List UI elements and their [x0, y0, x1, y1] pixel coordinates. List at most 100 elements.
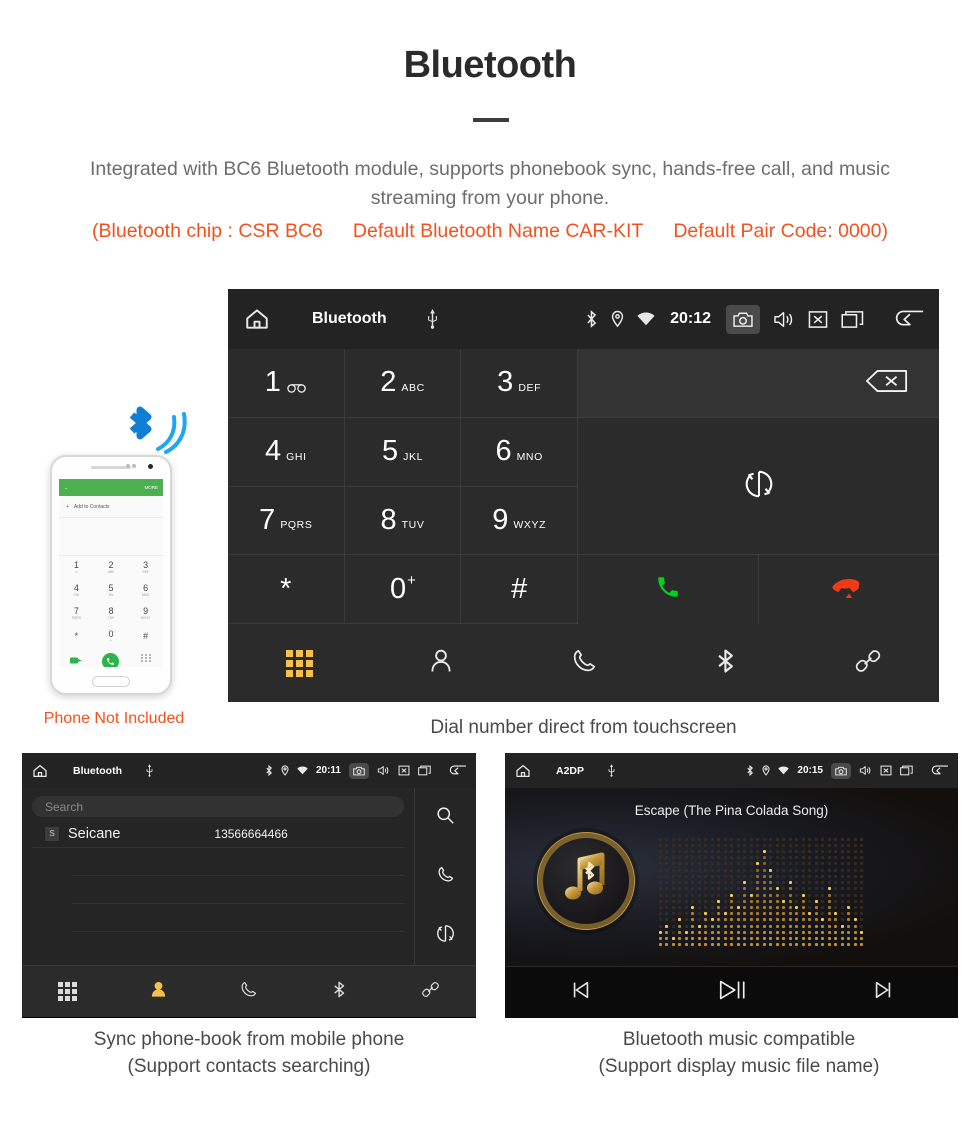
phone-not-included-label: Phone Not Included: [43, 710, 185, 727]
equalizer-dot-cell: [859, 942, 866, 948]
spec-bt-name: Default Bluetooth Name CAR-KIT: [352, 220, 644, 242]
backspace-icon[interactable]: [865, 369, 909, 398]
phone-handset-icon[interactable]: [436, 865, 455, 889]
skip-previous-icon[interactable]: [570, 979, 592, 1006]
dial-key-9[interactable]: 9 WXYZ: [461, 486, 578, 556]
dial-key-7[interactable]: 7 PQRS: [228, 486, 345, 556]
phone-add-contact-row: + Add to Contacts: [59, 496, 163, 518]
nav-item-link[interactable]: [385, 980, 476, 1004]
hangup-button[interactable]: [759, 555, 939, 624]
search-placeholder: Search: [45, 799, 84, 814]
dial-key-digit: 7: [259, 503, 276, 536]
nav-item-dialpad[interactable]: [228, 649, 370, 677]
contact-row[interactable]: S Seicane 13566664466: [32, 820, 404, 848]
nav-item-call-history[interactable]: [512, 647, 654, 680]
home-icon[interactable]: [31, 763, 49, 779]
dial-key-0[interactable]: 0 +: [344, 555, 462, 624]
dial-key-digit: #: [511, 572, 528, 605]
volume-icon[interactable]: [773, 310, 795, 329]
phone-mock-key: 0 +: [94, 625, 129, 648]
phone-mock-key-letters: ∞: [75, 570, 78, 574]
dial-key-letters: JKL: [403, 450, 424, 463]
dial-key-8[interactable]: 8 TUV: [344, 486, 462, 556]
music-caption-line1: Bluetooth music compatible: [622, 1029, 856, 1050]
search-icon[interactable]: [436, 806, 455, 830]
phone-keypad-toggle-icon: [140, 652, 151, 667]
dial-key-5[interactable]: 5 JKL: [344, 417, 462, 487]
contacts-side-rail[interactable]: [414, 788, 476, 965]
recent-apps-icon[interactable]: [418, 765, 431, 776]
dial-bottom-nav[interactable]: [228, 624, 939, 702]
contacts-caption-line2: (Support contacts searching): [127, 1056, 371, 1077]
next-track-button[interactable]: [807, 979, 958, 1006]
music-transport-controls[interactable]: [505, 966, 958, 1018]
camera-icon[interactable]: [831, 762, 851, 779]
sync-contacts-button[interactable]: [578, 418, 939, 555]
dial-key-2[interactable]: 2 ABC: [344, 349, 462, 418]
nav-item-bluetooth[interactable]: [294, 980, 385, 1004]
dial-key-digit: *: [280, 572, 292, 605]
sync-icon[interactable]: [436, 924, 455, 948]
nav-item-dialpad[interactable]: [22, 982, 113, 1001]
number-display[interactable]: [578, 349, 939, 418]
previous-track-button[interactable]: [505, 979, 656, 1006]
dial-key-1[interactable]: 1: [228, 349, 345, 418]
equalizer-dot-matrix: [657, 836, 865, 948]
dial-key-letters: WXYZ: [513, 519, 547, 532]
spec-chip: (Bluetooth chip : CSR BC6: [92, 220, 323, 242]
back-icon[interactable]: [891, 308, 925, 330]
back-icon[interactable]: [929, 764, 949, 777]
dial-key-4[interactable]: 4 GHI: [228, 417, 345, 487]
nav-item-link[interactable]: [797, 647, 939, 680]
home-icon[interactable]: [514, 763, 532, 779]
link-icon: [854, 647, 882, 680]
close-box-icon[interactable]: [880, 765, 892, 776]
contact-empty-row: [72, 904, 404, 932]
phone-mock-key-digit: 9: [143, 606, 149, 616]
bluetooth-icon: [265, 765, 273, 776]
nav-item-bluetooth[interactable]: [655, 647, 797, 680]
nav-item-contacts[interactable]: [370, 647, 512, 680]
phone-mock-key: 9 WXYZ: [128, 602, 163, 625]
hangup-icon[interactable]: [832, 576, 866, 603]
dial-key-letters: GHI: [286, 450, 307, 463]
sync-icon[interactable]: [744, 469, 774, 504]
recent-apps-icon[interactable]: [841, 310, 864, 329]
volume-icon[interactable]: [377, 765, 390, 776]
close-box-icon[interactable]: [398, 765, 410, 776]
camera-icon[interactable]: [726, 304, 760, 334]
camera-icon[interactable]: [349, 762, 369, 779]
dial-key-6[interactable]: 6 MNO: [461, 417, 578, 487]
call-button[interactable]: [578, 555, 759, 624]
dial-key-star[interactable]: *: [228, 555, 345, 624]
dial-status-time: 20:12: [670, 310, 711, 327]
dialpad-grid[interactable]: 1 2 ABC 3 DEF 4 GHI 5 JKL 6 MNO 7 PQRS 8 TUV 9 WXYZ * 0 + #: [228, 349, 578, 624]
search-input[interactable]: Search: [32, 796, 404, 817]
home-icon[interactable]: [242, 306, 272, 332]
close-box-icon[interactable]: [808, 310, 828, 329]
nav-item-call-history[interactable]: [204, 980, 295, 1004]
back-icon[interactable]: [447, 764, 467, 777]
contacts-bottom-nav[interactable]: [22, 965, 476, 1017]
album-art: [537, 832, 635, 930]
phone-mock-key-digit: 2: [108, 560, 114, 570]
dial-key-letters: PQRS: [280, 519, 313, 532]
phone-back-arrow: ←: [64, 485, 69, 490]
link-icon: [421, 980, 440, 1004]
skip-next-icon[interactable]: [872, 979, 894, 1006]
nav-item-contacts[interactable]: [113, 980, 204, 1004]
call-actions-row: [578, 555, 939, 624]
call-icon[interactable]: [655, 574, 681, 605]
play-pause-icon[interactable]: [717, 976, 747, 1009]
dial-key-hash[interactable]: #: [461, 555, 578, 624]
volume-icon[interactable]: [859, 765, 872, 776]
phone-mock-key-digit: 5: [108, 583, 114, 593]
dial-body: 1 2 ABC 3 DEF 4 GHI 5 JKL 6 MNO 7 PQRS 8 TUV 9 WXYZ * 0 + #: [228, 349, 939, 624]
dialpad-icon: [57, 982, 77, 1001]
bluetooth-icon: [712, 647, 740, 680]
phone-home-button: [92, 676, 130, 687]
dial-key-digit: 2: [380, 366, 397, 399]
recent-apps-icon[interactable]: [900, 765, 913, 776]
dial-key-3[interactable]: 3 DEF: [461, 349, 578, 418]
play-pause-button[interactable]: [656, 976, 807, 1009]
